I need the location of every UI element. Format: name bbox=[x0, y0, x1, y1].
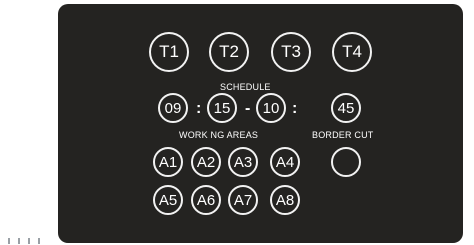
working-areas-label: WORK NG AREAS bbox=[179, 130, 259, 140]
schedule-start-minute[interactable]: 15 bbox=[207, 93, 237, 123]
schedule-end-hour[interactable]: 10 bbox=[256, 93, 286, 123]
frame-edge-marks bbox=[0, 236, 60, 245]
area-a3[interactable]: A3 bbox=[228, 147, 258, 177]
area-a1[interactable]: A1 bbox=[153, 147, 183, 177]
start-time-separator: : bbox=[196, 100, 202, 117]
tab-t2[interactable]: T2 bbox=[209, 32, 249, 72]
border-cut-label: BORDER CUT bbox=[312, 130, 374, 140]
area-a6[interactable]: A6 bbox=[191, 185, 221, 215]
schedule-end-minute[interactable]: 45 bbox=[331, 93, 361, 123]
area-a5[interactable]: A5 bbox=[153, 185, 183, 215]
control-panel: T1 T2 T3 T4 SCHEDULE 09 : 15 - 10 : 45 W… bbox=[58, 4, 463, 243]
schedule-start-hour[interactable]: 09 bbox=[158, 93, 188, 123]
range-separator: - bbox=[245, 100, 251, 117]
area-a8[interactable]: A8 bbox=[270, 185, 300, 215]
area-a7[interactable]: A7 bbox=[228, 185, 258, 215]
schedule-label: SCHEDULE bbox=[220, 82, 271, 92]
tab-t3[interactable]: T3 bbox=[271, 32, 311, 72]
end-time-separator: : bbox=[292, 100, 298, 117]
border-cut-toggle[interactable] bbox=[331, 147, 361, 177]
tab-t4[interactable]: T4 bbox=[332, 32, 372, 72]
area-a4[interactable]: A4 bbox=[270, 147, 300, 177]
area-a2[interactable]: A2 bbox=[191, 147, 221, 177]
tab-t1[interactable]: T1 bbox=[149, 32, 189, 72]
